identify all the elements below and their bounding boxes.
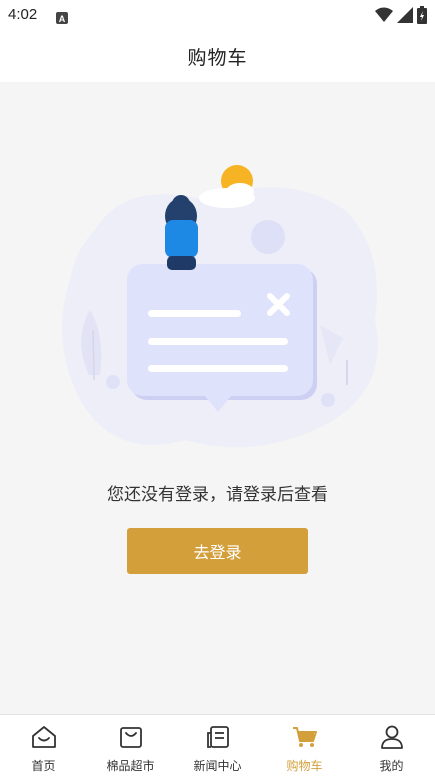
header: 购物车 [0,30,435,82]
cart-icon [291,723,319,755]
svg-text:A: A [59,14,66,24]
tab-cart-label: 购物车 [286,759,323,773]
shopping-bag-icon [117,723,145,755]
home-icon [30,723,58,755]
status-time: 4:02 [8,6,38,23]
tab-home[interactable]: 首页 [0,715,87,776]
tab-profile-label: 我的 [379,759,404,773]
login-button[interactable]: 去登录 [127,528,308,574]
news-icon [204,723,232,755]
bottom-tab-bar: 首页 棉品超市 新闻中心 购物车 我的 [0,714,435,776]
tab-news-label: 新闻中心 [193,759,242,773]
a-letter-icon: A [56,9,68,28]
wifi-icon [375,7,393,27]
tab-news[interactable]: 新闻中心 [174,715,261,776]
empty-cart-illustration [62,165,378,448]
user-icon [378,723,406,755]
status-bar: 4:02 A [0,0,435,30]
empty-cart-content: 您还没有登录，请登录后查看 去登录 [0,82,435,714]
tab-cotton-market[interactable]: 棉品超市 [87,715,174,776]
tab-cart[interactable]: 购物车 [261,715,348,776]
signal-icon [397,7,413,27]
empty-state-message: 您还没有登录，请登录后查看 [107,485,328,505]
tab-cotton-market-label: 棉品超市 [106,759,155,773]
battery-icon [417,6,427,28]
page-title: 购物车 [187,46,248,69]
tab-profile[interactable]: 我的 [348,715,435,776]
tab-home-label: 首页 [31,759,56,773]
